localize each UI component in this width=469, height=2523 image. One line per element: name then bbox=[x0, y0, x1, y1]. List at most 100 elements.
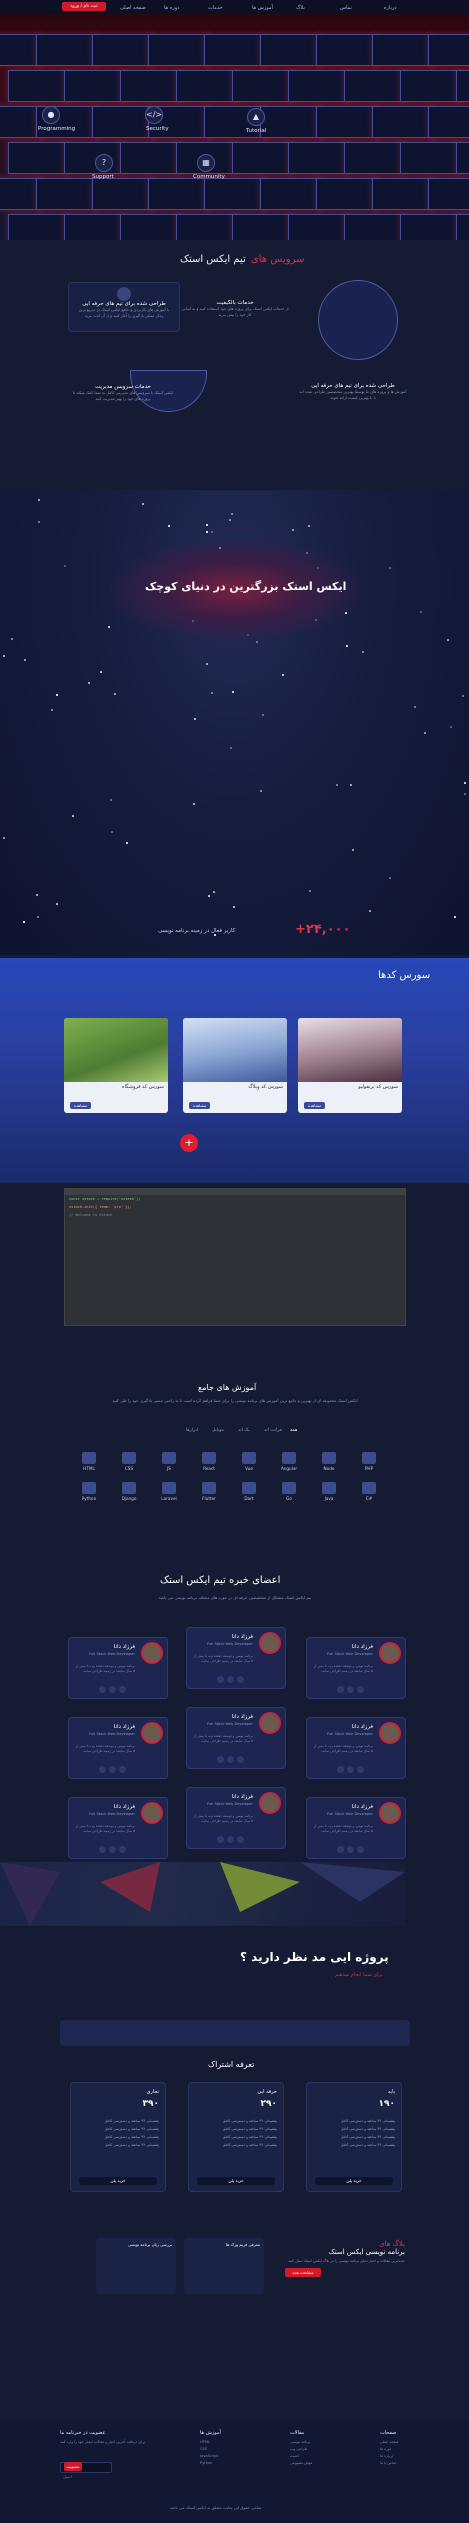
member-card[interactable]: فرزاد دانا Full Stack Web Developer برنامه… bbox=[68, 1717, 168, 1779]
member-card[interactable]: فرزاد دانا Full Stack Web Developer برنامه… bbox=[68, 1797, 168, 1859]
social-icon[interactable] bbox=[237, 1756, 244, 1763]
social-icon[interactable] bbox=[237, 1836, 244, 1843]
pricing-card[interactable]: تجاری ۳۹۰ پشتیبانی ۲۴ ساعته و دسترسی کامل پ… bbox=[70, 2082, 166, 2192]
footer-link[interactable]: تماس با ما bbox=[380, 2461, 396, 2465]
course-item[interactable]: Dart bbox=[234, 1496, 264, 1501]
buy-button[interactable]: خرید پلن bbox=[315, 2177, 393, 2185]
social-icon[interactable] bbox=[217, 1756, 224, 1763]
course-tab[interactable]: بک اند bbox=[238, 1428, 250, 1433]
nav-item[interactable]: تماس bbox=[340, 5, 352, 11]
social-icon[interactable] bbox=[227, 1836, 234, 1843]
nav-item[interactable]: صفحه اصلی bbox=[120, 5, 146, 11]
course-tab[interactable]: فرانت اند bbox=[264, 1428, 282, 1433]
social-icon[interactable] bbox=[99, 1846, 106, 1853]
course-item[interactable]: Angular bbox=[274, 1466, 304, 1471]
footer-link[interactable]: JavaScript bbox=[200, 2454, 218, 2458]
buy-button[interactable]: خرید پلن bbox=[79, 2177, 157, 2185]
member-card[interactable]: فرزاد دانا Full Stack Web Developer برنامه… bbox=[186, 1627, 286, 1689]
social-icon[interactable] bbox=[347, 1686, 354, 1693]
social-icon[interactable] bbox=[337, 1766, 344, 1773]
nav-item[interactable]: آموزش ها bbox=[252, 5, 273, 11]
buy-button[interactable]: خرید پلن bbox=[197, 2177, 275, 2185]
footer-link[interactable]: CSS bbox=[200, 2447, 207, 2451]
view-button[interactable]: مشاهده bbox=[70, 1102, 92, 1109]
social-icon[interactable] bbox=[337, 1846, 344, 1853]
course-item[interactable]: HTML bbox=[74, 1466, 104, 1471]
service-card[interactable]: طراحی شده برای تیم های حرفه ایی آموزش ها… bbox=[298, 383, 408, 423]
pricing-card[interactable]: حرفه ایی ۲۹۰ پشتیبانی ۲۴ ساعته و دسترسی کا… bbox=[188, 2082, 284, 2192]
course-item[interactable]: Django bbox=[114, 1496, 144, 1501]
course-item[interactable]: C# bbox=[354, 1496, 384, 1501]
email-field[interactable] bbox=[61, 2472, 113, 2481]
view-all-button[interactable]: مشاهده همه bbox=[285, 2268, 321, 2277]
nav-item[interactable]: بلاگ bbox=[296, 5, 305, 11]
service-card[interactable]: خدمات بالکیفیت از خدمات ایکس استک برای پ… bbox=[180, 300, 290, 346]
nav-item[interactable]: درباره bbox=[384, 5, 397, 11]
social-icon[interactable] bbox=[347, 1766, 354, 1773]
hero-tile bbox=[92, 178, 154, 210]
social-icon[interactable] bbox=[227, 1756, 234, 1763]
social-icon[interactable] bbox=[109, 1766, 116, 1773]
social-icon[interactable] bbox=[99, 1766, 106, 1773]
social-icon[interactable] bbox=[337, 1686, 344, 1693]
social-icon[interactable] bbox=[227, 1676, 234, 1683]
social-icon[interactable] bbox=[357, 1766, 364, 1773]
footer-link[interactable]: هوش مصنوعی bbox=[290, 2461, 312, 2465]
service-card[interactable]: طراحی شده برای تیم های حرفه ایی با آموزش… bbox=[68, 282, 180, 332]
social-icon[interactable] bbox=[119, 1686, 126, 1693]
footer-link[interactable]: دوره ها bbox=[380, 2447, 391, 2451]
more-button[interactable]: + bbox=[180, 1134, 198, 1152]
social-icon[interactable] bbox=[217, 1676, 224, 1683]
social-icon[interactable] bbox=[109, 1846, 116, 1853]
view-button[interactable]: مشاهده bbox=[189, 1102, 211, 1109]
footer-link[interactable]: HTML bbox=[200, 2440, 210, 2444]
course-item[interactable]: PHP bbox=[354, 1466, 384, 1471]
course-item[interactable]: Flutter bbox=[194, 1496, 224, 1501]
social-icon[interactable] bbox=[109, 1686, 116, 1693]
course-item[interactable]: Laravel bbox=[154, 1496, 184, 1501]
login-button[interactable]: ثبت نام / ورود bbox=[62, 2, 106, 11]
course-tab[interactable]: همه bbox=[290, 1428, 297, 1433]
member-card[interactable]: فرزاد دانا Full Stack Web Developer برنامه… bbox=[186, 1787, 286, 1849]
course-tab[interactable]: موبایل bbox=[212, 1428, 224, 1433]
course-item[interactable]: Node bbox=[314, 1466, 344, 1471]
view-button[interactable]: مشاهده bbox=[304, 1102, 326, 1109]
social-icon[interactable] bbox=[217, 1836, 224, 1843]
footer-link[interactable]: امنیت bbox=[290, 2454, 299, 2458]
course-item[interactable]: CSS bbox=[114, 1466, 144, 1471]
footer-link[interactable]: برنامه نویسی bbox=[290, 2440, 310, 2444]
course-item[interactable]: Python bbox=[74, 1496, 104, 1501]
course-item[interactable]: Go bbox=[274, 1496, 304, 1501]
footer-link[interactable]: طراحی وب bbox=[290, 2447, 307, 2451]
member-card[interactable]: فرزاد دانا Full Stack Web Developer برنامه… bbox=[306, 1717, 406, 1779]
member-card[interactable]: فرزاد دانا Full Stack Web Developer برنامه… bbox=[306, 1637, 406, 1699]
pricing-card[interactable]: پایه ۱۹۰ پشتیبانی ۲۴ ساعته و دسترسی کامل پش… bbox=[306, 2082, 402, 2192]
service-card[interactable]: خدمات سرویس مدیریت ایکس استک با سرویس ها… bbox=[68, 384, 178, 432]
social-icon[interactable] bbox=[119, 1766, 126, 1773]
code-card[interactable]: سورس کد وبلاگ مشاهده bbox=[183, 1018, 287, 1113]
footer-link[interactable]: صفحه اصلی bbox=[380, 2440, 399, 2444]
member-card[interactable]: فرزاد دانا Full Stack Web Developer برنامه… bbox=[68, 1637, 168, 1699]
blog-card[interactable]: معرفی فریم ورک ها bbox=[184, 2238, 264, 2294]
social-icon[interactable] bbox=[357, 1846, 364, 1853]
code-card[interactable]: سورس کد پرتفولیو مشاهده bbox=[298, 1018, 402, 1113]
social-icon[interactable] bbox=[237, 1676, 244, 1683]
course-item[interactable]: Java bbox=[314, 1496, 344, 1501]
social-icon[interactable] bbox=[347, 1846, 354, 1853]
subscribe-button[interactable]: عضویت bbox=[64, 2462, 82, 2471]
member-card[interactable]: فرزاد دانا Full Stack Web Developer برنامه… bbox=[306, 1797, 406, 1859]
member-card[interactable]: فرزاد دانا Full Stack Web Developer برنامه… bbox=[186, 1707, 286, 1769]
social-icon[interactable] bbox=[357, 1686, 364, 1693]
course-item[interactable]: React bbox=[194, 1466, 224, 1471]
footer-link[interactable]: Python bbox=[200, 2461, 212, 2465]
social-icon[interactable] bbox=[119, 1846, 126, 1853]
course-item[interactable]: JS bbox=[154, 1466, 184, 1471]
social-icon[interactable] bbox=[99, 1686, 106, 1693]
course-item[interactable]: Vue bbox=[234, 1466, 264, 1471]
nav-item[interactable]: خدمات bbox=[208, 5, 223, 11]
footer-link[interactable]: درباره ما bbox=[380, 2454, 393, 2458]
course-tab[interactable]: ابزارها bbox=[186, 1428, 198, 1433]
blog-card[interactable]: بررسی زبان برنامه نویسی bbox=[96, 2238, 176, 2294]
nav-item[interactable]: دوره ها bbox=[164, 5, 179, 11]
code-card[interactable]: سورس کد فروشگاه مشاهده bbox=[64, 1018, 168, 1113]
